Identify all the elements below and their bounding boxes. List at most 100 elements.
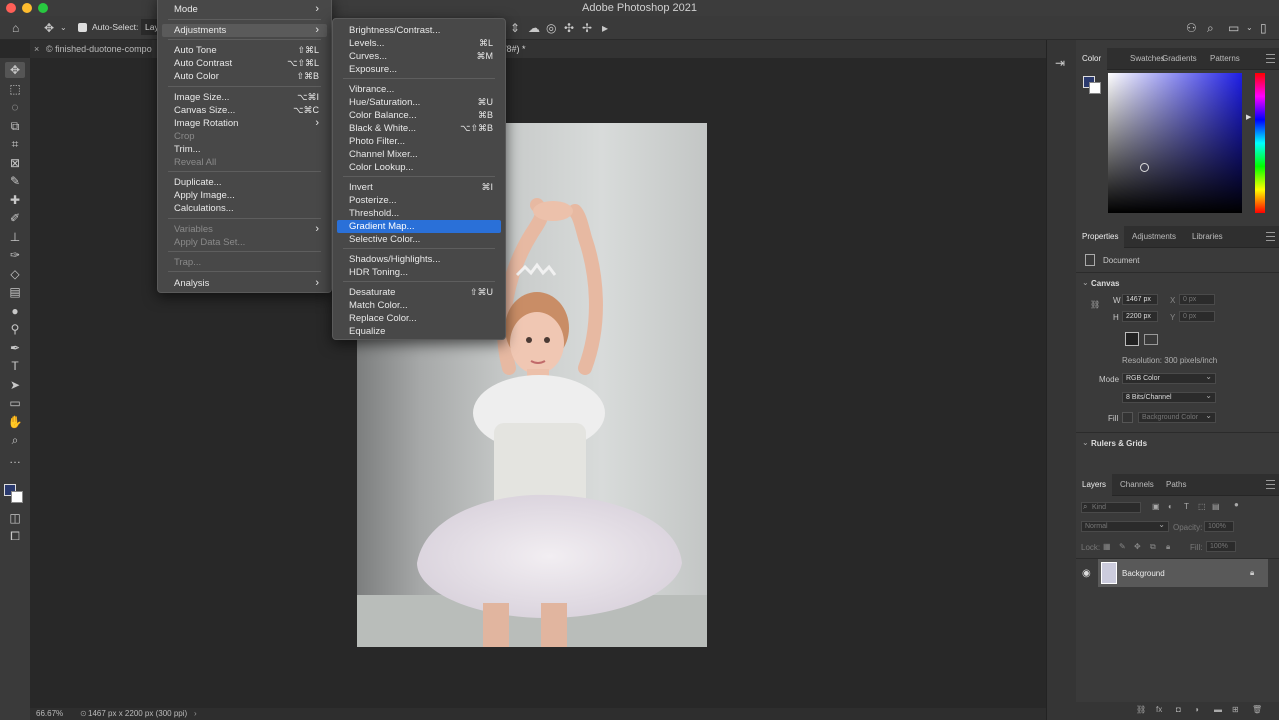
- filter-type-icon[interactable]: T: [1184, 502, 1189, 511]
- panel-menu-icon[interactable]: [1266, 480, 1275, 489]
- new-layer-icon[interactable]: ⊞: [1232, 705, 1239, 714]
- adjustments-menu-item[interactable]: Exposure...: [337, 63, 501, 76]
- search-icon[interactable]: ⌕: [1207, 20, 1214, 36]
- link-icon[interactable]: ⛓: [1090, 300, 1100, 309]
- chevron-down-icon[interactable]: ⌄: [1082, 278, 1089, 287]
- close-window-button[interactable]: [6, 3, 16, 13]
- rulers-grids-section-title[interactable]: Rulers & Grids: [1091, 439, 1147, 448]
- healing-tool-icon[interactable]: ✚: [5, 192, 25, 208]
- 3d-pan-icon[interactable]: ✣: [564, 20, 574, 36]
- opacity-field[interactable]: 100%: [1204, 521, 1234, 532]
- adjustments-menu-item[interactable]: Match Color...: [337, 299, 501, 312]
- image-menu-item[interactable]: Calculations...: [162, 202, 327, 215]
- panel-menu-icon[interactable]: [1266, 54, 1275, 63]
- zoom-level[interactable]: 66.67%: [36, 708, 63, 720]
- history-brush-icon[interactable]: ✑: [5, 247, 25, 263]
- canvas-section-title[interactable]: Canvas: [1091, 279, 1119, 288]
- adjustments-menu-item[interactable]: Selective Color...: [337, 233, 501, 246]
- height-field[interactable]: 2200 px: [1122, 311, 1158, 322]
- y-field[interactable]: 0 px: [1179, 311, 1215, 322]
- hand-tool-icon[interactable]: ✋: [5, 414, 25, 430]
- auto-select-checkbox[interactable]: [78, 23, 87, 32]
- type-tool-icon[interactable]: T: [5, 358, 25, 374]
- more-tools-icon[interactable]: …: [5, 451, 25, 467]
- link-layers-icon[interactable]: ⛓: [1136, 705, 1146, 714]
- layer-row[interactable]: Background 🔒︎: [1098, 559, 1268, 587]
- adjustments-menu-item[interactable]: Brightness/Contrast...: [337, 24, 501, 37]
- adjustments-menu-item[interactable]: Threshold...: [337, 207, 501, 220]
- tab-channels[interactable]: Channels: [1114, 474, 1160, 496]
- image-menu-item[interactable]: Auto Tone ⇧⌘L: [162, 44, 327, 57]
- adjustments-menu-item[interactable]: Invert ⌘I: [337, 181, 501, 194]
- path-select-icon[interactable]: ➤: [5, 377, 25, 393]
- hue-slider[interactable]: [1255, 73, 1265, 213]
- filter-toggle-icon[interactable]: ●: [1234, 500, 1239, 509]
- tab-paths[interactable]: Paths: [1160, 474, 1192, 496]
- minimize-window-button[interactable]: [22, 3, 32, 13]
- 3d-orbit-icon[interactable]: ☁: [528, 20, 540, 36]
- image-menu-item[interactable]: Auto Contrast ⌥⇧⌘L: [162, 57, 327, 70]
- mode-dropdown[interactable]: RGB Color: [1122, 373, 1216, 384]
- object-select-tool-icon[interactable]: ⧉: [5, 118, 25, 134]
- landscape-orientation-icon[interactable]: [1144, 334, 1158, 345]
- chevron-down-icon[interactable]: ⌄: [1246, 20, 1253, 36]
- panel-menu-icon[interactable]: [1266, 232, 1275, 241]
- filter-adjustment-icon[interactable]: ◐: [1168, 502, 1173, 511]
- color-picker-field[interactable]: [1108, 73, 1242, 213]
- image-menu-item[interactable]: Analysis ›: [162, 277, 327, 290]
- add-mask-icon[interactable]: ◘: [1176, 705, 1181, 714]
- brush-tool-icon[interactable]: ✐: [5, 210, 25, 226]
- color-picker-cursor[interactable]: [1140, 163, 1149, 172]
- 3d-slide-icon[interactable]: ✢: [582, 20, 592, 36]
- image-menu-item[interactable]: Trim...: [162, 143, 327, 156]
- fx-icon[interactable]: fx: [1156, 705, 1162, 714]
- home-icon[interactable]: ⌂: [12, 20, 19, 36]
- tab-adjustments[interactable]: Adjustments: [1126, 226, 1182, 248]
- crop-tool-icon[interactable]: ⌗: [5, 136, 25, 152]
- tab-layers[interactable]: Layers: [1076, 474, 1113, 496]
- active-tab-suffix[interactable]: /8#) *: [504, 40, 526, 58]
- eyedropper-tool-icon[interactable]: ✎: [5, 173, 25, 189]
- move-tool-icon[interactable]: ✥: [5, 62, 25, 78]
- tab-libraries[interactable]: Libraries: [1186, 226, 1229, 248]
- 3d-roll-icon[interactable]: ◎: [546, 20, 556, 36]
- align-icon[interactable]: ⇕: [510, 20, 520, 36]
- background-color-swatch[interactable]: [11, 491, 23, 503]
- width-field[interactable]: 1467 px: [1122, 294, 1158, 305]
- tab-gradients[interactable]: Gradients: [1156, 48, 1203, 70]
- tab-color[interactable]: Color: [1076, 48, 1108, 70]
- zoom-window-button[interactable]: [38, 3, 48, 13]
- chevron-right-icon[interactable]: ›: [194, 708, 197, 720]
- adjustments-menu-item[interactable]: Hue/Saturation... ⌘U: [337, 96, 501, 109]
- image-menu-item[interactable]: Auto Color ⇧⌘B: [162, 70, 327, 83]
- document-tab[interactable]: × © finished-duotone-compo: [30, 40, 152, 58]
- filter-pixel-icon[interactable]: ▣: [1152, 502, 1160, 511]
- lasso-tool-icon[interactable]: ◌: [5, 99, 25, 115]
- zoom-tool-icon[interactable]: ⌕: [5, 432, 25, 448]
- x-field[interactable]: 0 px: [1179, 294, 1215, 305]
- chevron-down-icon[interactable]: ⌄: [1082, 438, 1089, 447]
- image-menu-item[interactable]: Canvas Size... ⌥⌘C: [162, 104, 327, 117]
- workspace-icon[interactable]: ▭: [1228, 20, 1239, 36]
- tab-patterns[interactable]: Patterns: [1204, 48, 1246, 70]
- fill-dropdown[interactable]: Background Color: [1138, 412, 1216, 423]
- adjustments-menu-item[interactable]: Color Balance... ⌘B: [337, 109, 501, 122]
- adjustments-menu-item[interactable]: Channel Mixer...: [337, 148, 501, 161]
- blend-mode-dropdown[interactable]: Normal: [1081, 521, 1169, 532]
- quick-mask-icon[interactable]: ◫: [5, 510, 25, 526]
- tab-properties[interactable]: Properties: [1076, 226, 1125, 248]
- frame-tool-icon[interactable]: ⊠: [5, 155, 25, 171]
- gradient-tool-icon[interactable]: ▤: [5, 284, 25, 300]
- filter-shape-icon[interactable]: ⬚: [1198, 502, 1206, 511]
- portrait-orientation-icon[interactable]: [1125, 332, 1139, 346]
- history-panel-icon[interactable]: ⇥: [1055, 56, 1065, 70]
- share-icon[interactable]: ⚇: [1186, 20, 1197, 36]
- lock-position-icon[interactable]: ✥: [1134, 542, 1141, 551]
- fill-swatch[interactable]: [1122, 412, 1133, 423]
- adjustments-menu-item[interactable]: Curves... ⌘M: [337, 50, 501, 63]
- adjustments-menu-item[interactable]: Replace Color...: [337, 312, 501, 325]
- new-group-icon[interactable]: ▬: [1214, 705, 1222, 714]
- fill-field[interactable]: 100%: [1206, 541, 1236, 552]
- adjustments-menu-item[interactable]: Desaturate ⇧⌘U: [337, 286, 501, 299]
- document-info[interactable]: 1467 px x 2200 px (300 ppi): [88, 708, 187, 720]
